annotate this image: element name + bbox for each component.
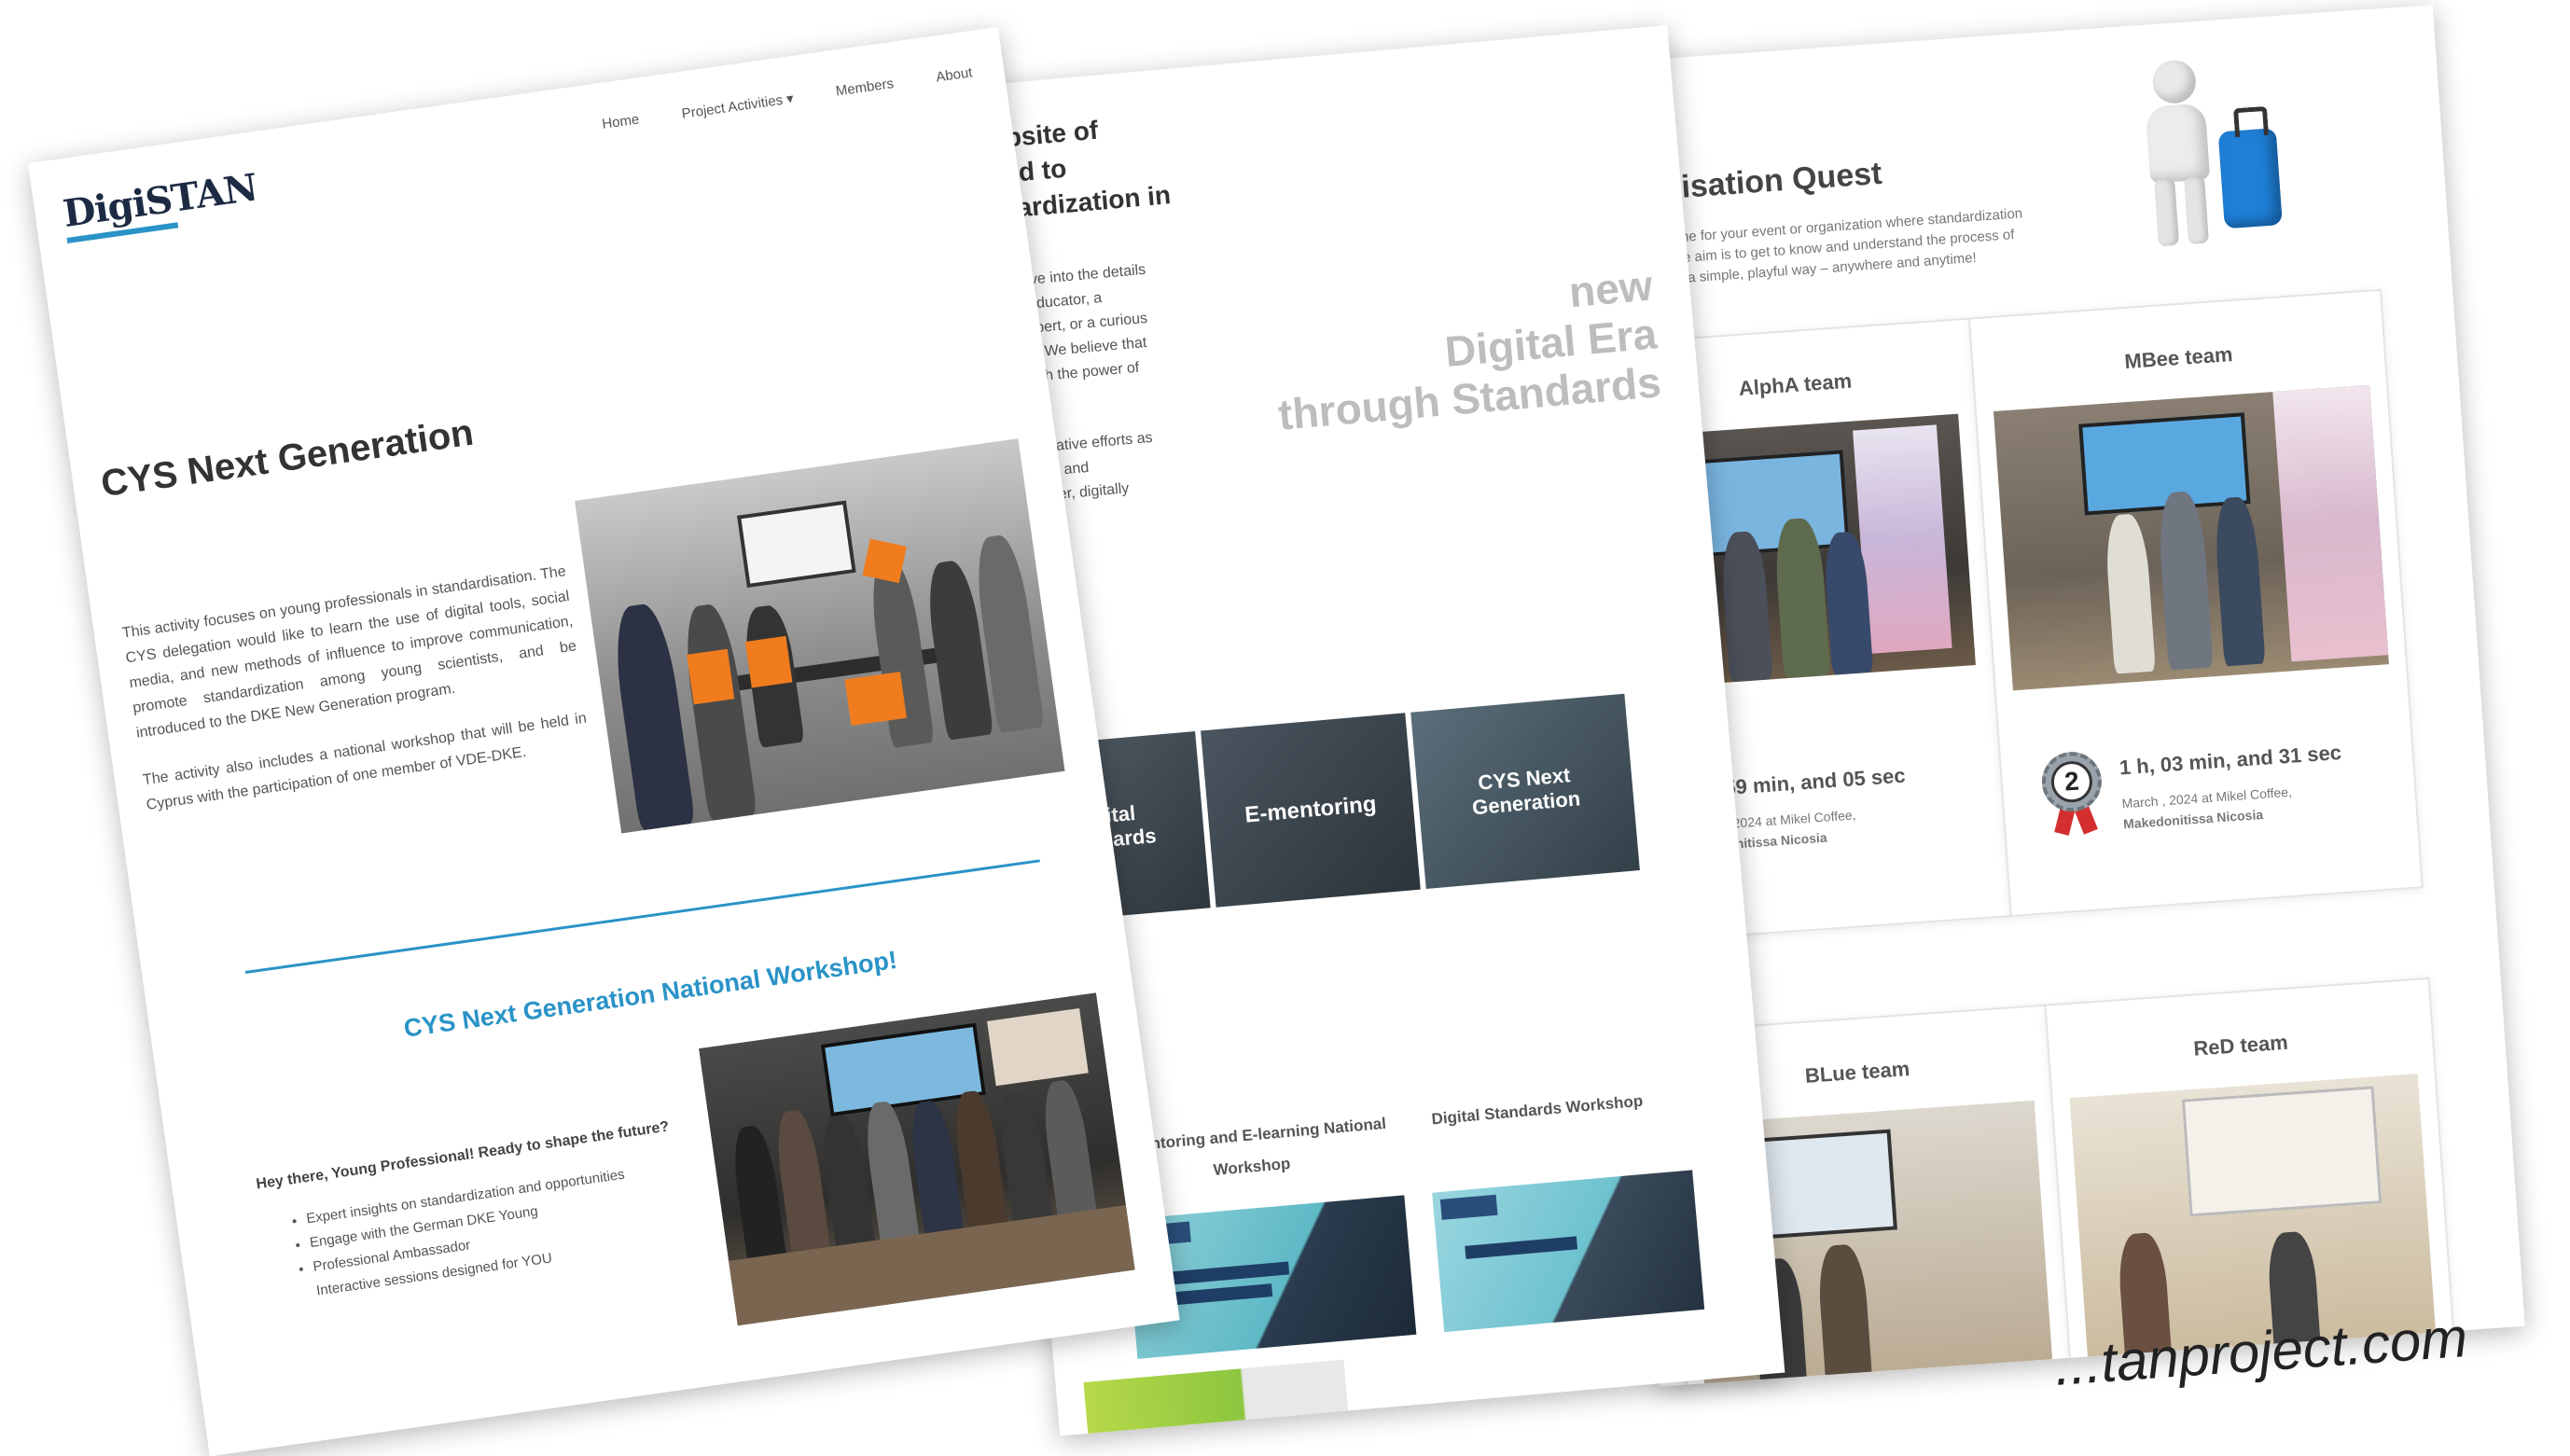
nav-project-activities[interactable]: Project Activities ▾ [681,90,795,122]
team-meta: March , 2024 at Mikel Coffee, Makedoniti… [2121,783,2293,832]
team-card-mbee[interactable]: MBee team 2 1 h, 03 min, and 31 sec Marc… [1967,288,2424,918]
nav-home[interactable]: Home [601,111,640,132]
workshop-poster-green [1083,1359,1349,1436]
activity-description: This activity focuses on young professio… [120,563,588,813]
person-with-suitcase-figure [2132,53,2285,249]
team-name: MBee team [2123,342,2234,374]
top-nav: Home Project Activities ▾ Members About [601,64,973,133]
tile-cys-next-generation[interactable]: CYS Next Generation [1410,693,1640,890]
hero-tagline: new Digital Era through Standards [1276,260,1663,439]
nav-members[interactable]: Members [835,76,895,101]
chevron-down-icon: ▾ [785,90,795,108]
workshop-poster-digital-standards[interactable] [1432,1170,1705,1333]
left-page-screenshot: DigiSTAN Home Project Activities ▾ Membe… [28,26,1180,1456]
tile-e-mentoring[interactable]: E-mentoring [1201,713,1421,908]
workshop-title-digital-standards: Digital Standards Workshop [1430,1091,1644,1129]
team-name: ReD team [2192,1030,2289,1061]
team-time: 1 h, 03 min, and 31 sec [2119,740,2342,780]
team-photo [1993,384,2389,691]
workshop-heading: CYS Next Generation National Workshop! [401,945,899,1043]
nav-about[interactable]: About [935,64,973,86]
activity-group-photo [575,438,1065,834]
digistan-logo: DigiSTAN [61,165,261,243]
workshop-group-photo [699,992,1135,1326]
page-title: CYS Next Generation [98,411,477,506]
second-place-badge-icon: 2 [2038,749,2109,839]
workshop-bullets: Expert insights on standardization and o… [279,1163,636,1308]
section-divider [244,859,1040,975]
